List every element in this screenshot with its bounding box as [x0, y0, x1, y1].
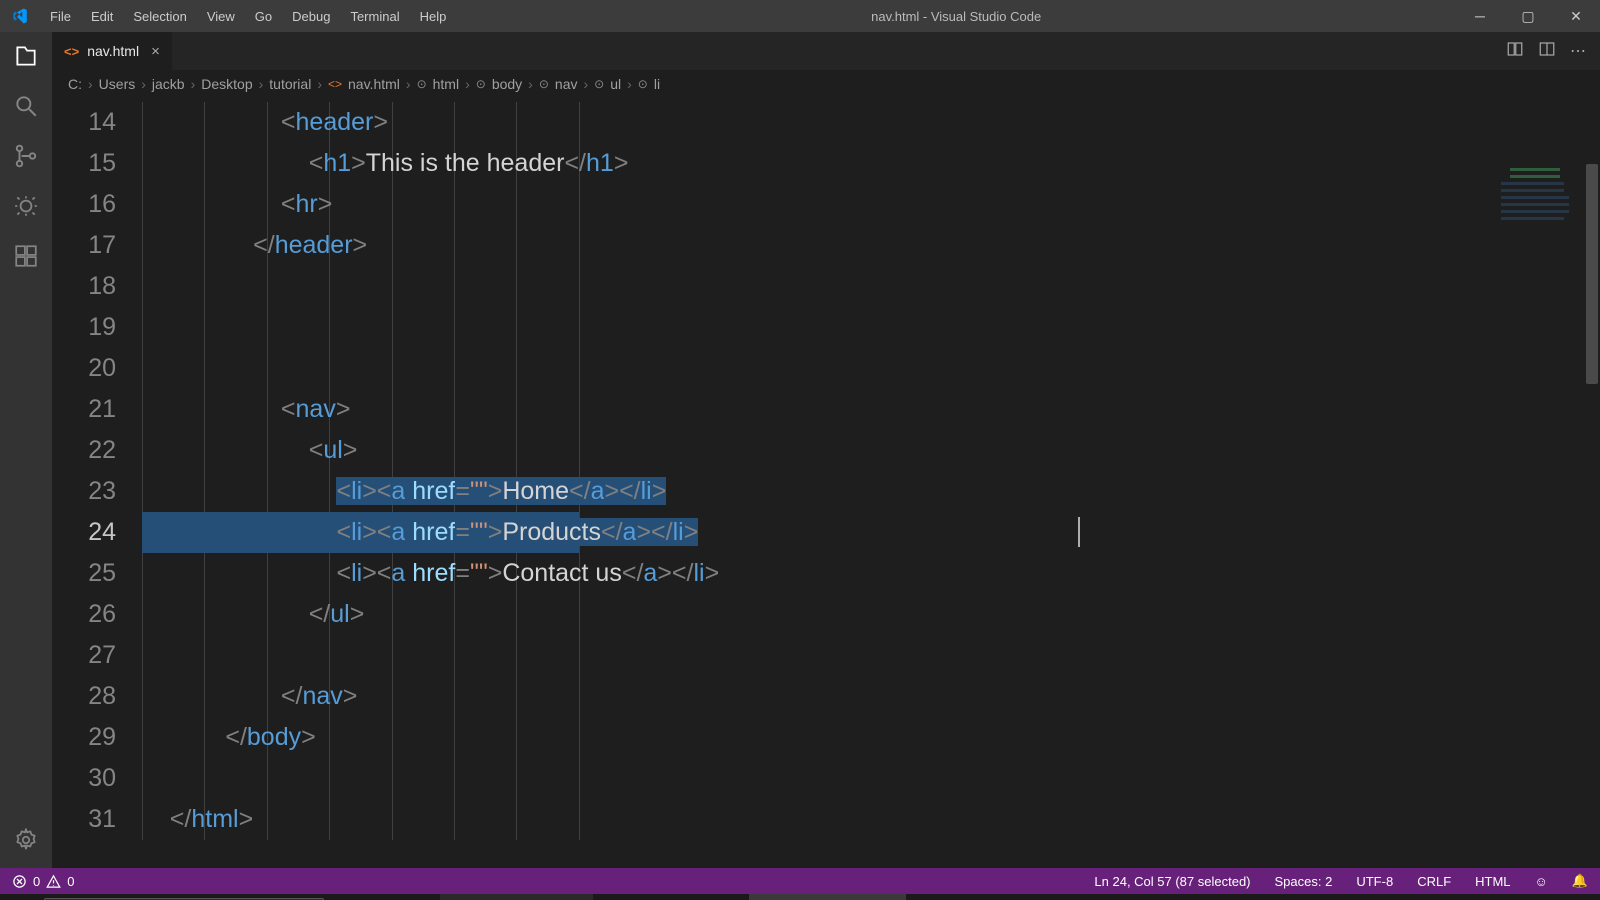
scroll-thumb[interactable] — [1586, 164, 1598, 384]
element-icon: ⊙ — [476, 77, 486, 91]
element-icon: ⊙ — [417, 77, 427, 91]
html-file-icon: <> — [328, 77, 342, 91]
search-icon[interactable] — [12, 92, 40, 120]
status-feedback-icon[interactable]: ☺ — [1535, 874, 1548, 889]
source-control-icon[interactable] — [12, 142, 40, 170]
breadcrumb-file[interactable]: nav.html — [348, 76, 400, 92]
menu-file[interactable]: File — [40, 9, 81, 24]
status-language[interactable]: HTML — [1475, 874, 1510, 889]
status-problems[interactable]: 0 0 — [12, 874, 74, 889]
status-indentation[interactable]: Spaces: 2 — [1275, 874, 1333, 889]
line-number-gutter: 141516171819202122232425262728293031 — [52, 98, 142, 868]
breadcrumb-dom[interactable]: ul — [610, 76, 621, 92]
vscode-logo-icon — [0, 7, 40, 25]
breadcrumb-seg[interactable]: Users — [99, 76, 136, 92]
tab-label: nav.html — [87, 43, 139, 59]
cortana-icon[interactable] — [332, 894, 366, 900]
task-view-icon[interactable] — [366, 894, 402, 900]
start-button[interactable] — [0, 894, 44, 900]
warning-count: 0 — [67, 874, 74, 889]
html-file-icon: <> — [64, 44, 79, 59]
activity-bar — [0, 32, 52, 868]
menu-view[interactable]: View — [197, 9, 245, 24]
vertical-scrollbar[interactable] — [1584, 164, 1600, 868]
status-eol[interactable]: CRLF — [1417, 874, 1451, 889]
element-icon: ⊙ — [539, 77, 549, 91]
breadcrumb-seg[interactable]: jackb — [152, 76, 185, 92]
menu-go[interactable]: Go — [245, 9, 282, 24]
taskbar-app-illustrator[interactable]: Ai — [402, 894, 440, 900]
taskbar-app-opera[interactable] — [631, 894, 669, 900]
minimap[interactable] — [1492, 168, 1582, 288]
breadcrumb-dom[interactable]: body — [492, 76, 522, 92]
element-icon: ⊙ — [638, 77, 648, 91]
breadcrumb-seg[interactable]: Desktop — [201, 76, 252, 92]
breadcrumb-dom[interactable]: nav — [555, 76, 578, 92]
menu-edit[interactable]: Edit — [81, 9, 123, 24]
more-actions-icon[interactable]: ⋯ — [1570, 41, 1586, 61]
status-bar: 0 0 Ln 24, Col 57 (87 selected) Spaces: … — [0, 868, 1600, 894]
explorer-icon[interactable] — [12, 42, 40, 70]
tab-nav-html[interactable]: <> nav.html × — [52, 32, 173, 70]
error-count: 0 — [33, 874, 40, 889]
title-bar: File Edit Selection View Go Debug Termin… — [0, 0, 1600, 32]
breadcrumb-dom[interactable]: html — [433, 76, 459, 92]
breadcrumb-seg[interactable]: C: — [68, 76, 82, 92]
breadcrumb[interactable]: C:› Users› jackb› Desktop› tutorial› <> … — [52, 70, 1600, 98]
extensions-icon[interactable] — [12, 242, 40, 270]
compare-changes-icon[interactable] — [1506, 40, 1524, 63]
editor-tabs: <> nav.html × ⋯ — [52, 32, 1600, 70]
taskbar-app-obs[interactable]: OBS 24.0.3 (64-bit, ... — [906, 894, 1066, 900]
taskbar-app-photoshop[interactable]: Ps — [593, 894, 631, 900]
taskbar-app-chrome[interactable]: Navigation - Googl... — [440, 894, 593, 900]
menu-help[interactable]: Help — [410, 9, 457, 24]
settings-gear-icon[interactable] — [12, 826, 40, 854]
status-cursor-position[interactable]: Ln 24, Col 57 (87 selected) — [1094, 874, 1250, 889]
close-button[interactable]: ✕ — [1552, 0, 1600, 32]
tab-close-icon[interactable]: × — [151, 43, 160, 60]
menu-bar: File Edit Selection View Go Debug Termin… — [40, 9, 456, 24]
debug-icon[interactable] — [12, 192, 40, 220]
minimize-button[interactable]: ─ — [1456, 0, 1504, 32]
window-title: nav.html - Visual Studio Code — [456, 9, 1456, 24]
menu-selection[interactable]: Selection — [123, 9, 196, 24]
split-editor-icon[interactable] — [1538, 40, 1556, 63]
status-bell-icon[interactable]: 🔔 — [1572, 873, 1588, 889]
status-encoding[interactable]: UTF-8 — [1356, 874, 1393, 889]
menu-debug[interactable]: Debug — [282, 9, 340, 24]
taskbar-app-vscode[interactable]: nav.html - Visual St... — [749, 894, 905, 900]
element-icon: ⊙ — [594, 77, 604, 91]
code-content[interactable]: <header> <h1>This is the header</h1> <hr… — [142, 98, 1600, 868]
menu-terminal[interactable]: Terminal — [340, 9, 409, 24]
windows-taskbar: Type here to search Ai Navigation - Goog… — [0, 894, 1600, 900]
breadcrumb-dom[interactable]: li — [654, 76, 660, 92]
breadcrumb-seg[interactable]: tutorial — [269, 76, 311, 92]
maximize-button[interactable]: ▢ — [1504, 0, 1552, 32]
code-editor[interactable]: 141516171819202122232425262728293031 <he… — [52, 98, 1600, 868]
taskbar-app-explorer[interactable]: 📁 tutorial — [669, 894, 749, 900]
